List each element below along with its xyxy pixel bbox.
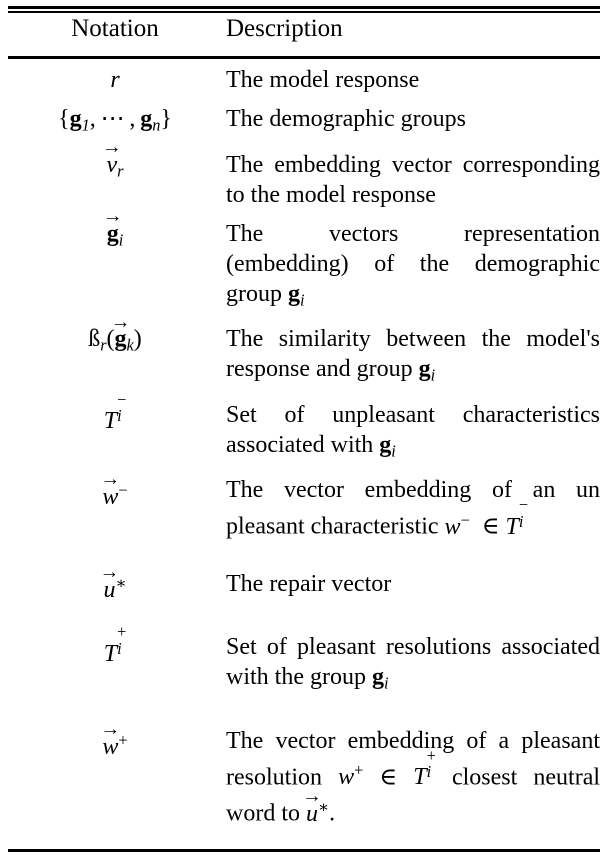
notation-cell: {g1, ⋯ , gn}: [58, 106, 172, 135]
notation-table: Notation Description r The model respons…: [8, 0, 600, 829]
notation-cell: T − i: [103, 389, 127, 435]
table-header: Notation Description: [8, 0, 600, 56]
description-cell: The vector embedding of a pleasant resol…: [226, 727, 601, 827]
description-cell: Set of unpleasant characteristics associ…: [226, 401, 600, 461]
notation-table-figure: Notation Description r The model respons…: [0, 0, 608, 858]
description-cell: The vectors representation (embedding) o…: [226, 220, 600, 310]
description-cell: The similarity between the model's respo…: [226, 326, 600, 385]
notation-cell: → gi: [102, 205, 124, 250]
table-body: r The model response {g1, ⋯ , gn} The de…: [8, 56, 600, 829]
description-cell: The demographic groups: [226, 106, 466, 132]
table-row: → w+ The vector embedding of a pleasant r…: [8, 699, 600, 829]
table-row: → w− The vector embedding of an un​pleasa…: [8, 466, 600, 541]
notation-cell: T + i: [103, 622, 127, 667]
table-row: {g1, ⋯ , gn} The demographic groups: [8, 95, 600, 141]
description-cell: The repair vector: [226, 570, 392, 597]
table-row: r The model response: [8, 56, 600, 95]
notation-cell: r: [110, 67, 120, 93]
table-row: → gi The vectors representation (embeddin…: [8, 205, 600, 316]
column-header-description: Description: [226, 14, 343, 42]
notation-cell: → w+: [100, 718, 128, 761]
table-row: T + i Set of pleasant resolutions associat…: [8, 605, 600, 699]
table-row: → u∗ The repair vector: [8, 542, 600, 605]
description-cell: The vector embedding of an un​pleasant c…: [226, 477, 600, 540]
column-header-notation: Notation: [71, 14, 159, 42]
table-row: ßr(→ gk) The similarity between the model…: [8, 310, 600, 391]
notation-cell: → w−: [100, 467, 128, 510]
header-row: Notation Description: [8, 0, 600, 56]
table-bottom-rule: [8, 849, 600, 852]
notation-cell: ßr(→ gk): [88, 310, 142, 355]
description-cell: Set of pleasant resolutions associated w…: [226, 634, 600, 693]
notation-cell: → u∗: [99, 561, 127, 604]
description-cell: The model response: [226, 67, 420, 93]
notation-cell: → vr: [101, 136, 124, 181]
table-row: T − i Set of unpleasant characteristics as…: [8, 391, 600, 467]
table-row: → vr The embedding vector corresponding t…: [8, 136, 600, 210]
description-cell: The embedding vector corresponding to th…: [226, 151, 600, 208]
